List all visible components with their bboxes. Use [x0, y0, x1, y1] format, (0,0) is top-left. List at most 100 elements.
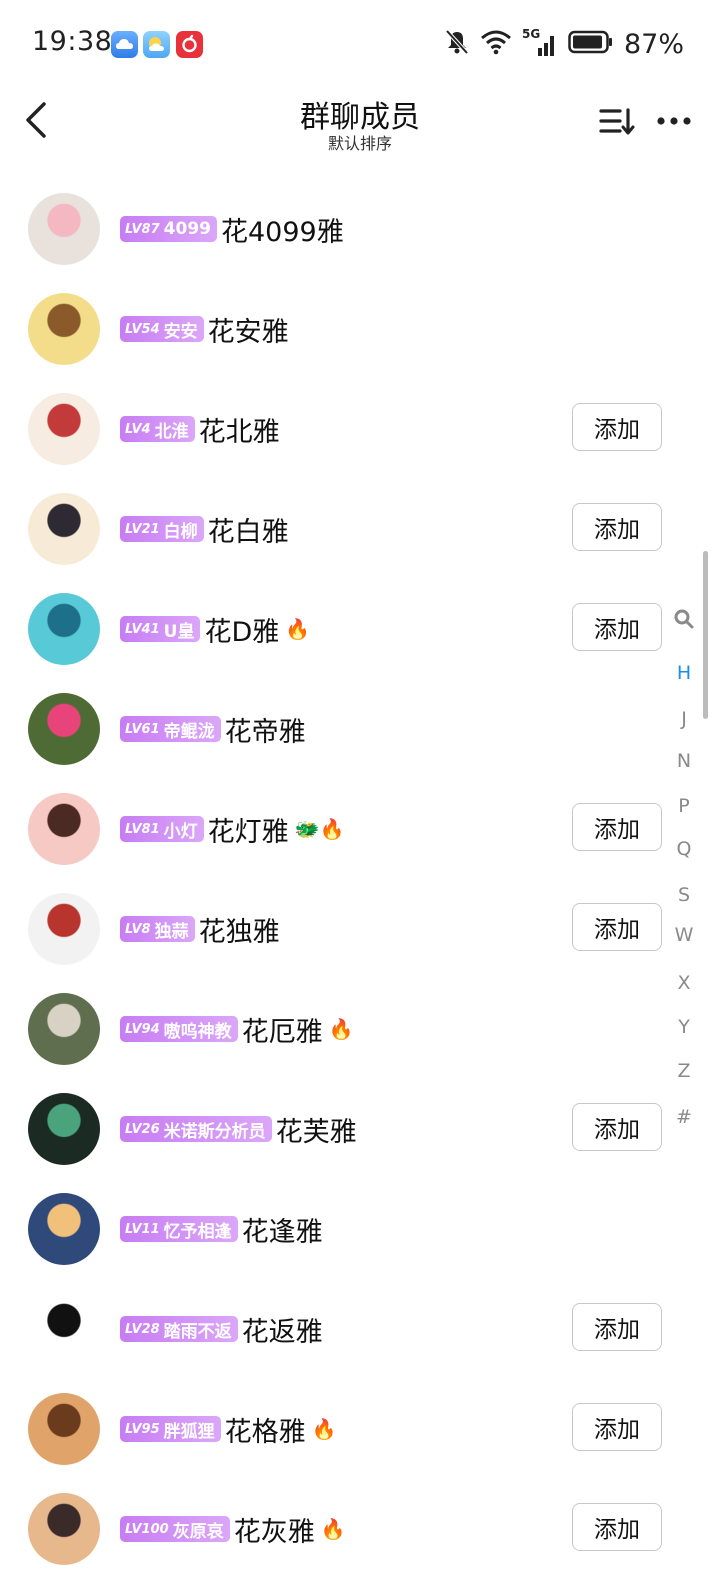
level-number: LV26 — [125, 1121, 160, 1137]
fire-emoji-icon: 🔥 — [328, 1017, 354, 1041]
member-nickname: 花D雅 — [204, 616, 280, 648]
member-row[interactable]: LV87 4099 花4099雅 — [0, 178, 720, 278]
add-friend-button[interactable]: 添加 — [572, 903, 662, 951]
member-row[interactable]: LV94 嗷呜神教 花厄雅 🔥 — [0, 978, 720, 1078]
level-number: LV8 — [125, 921, 151, 937]
level-number: LV61 — [125, 721, 160, 737]
member-name-line: LV54 安安 花安雅 — [120, 309, 289, 349]
add-friend-button[interactable]: 添加 — [572, 1403, 662, 1451]
member-nickname: 花安雅 — [207, 316, 289, 348]
index-letter[interactable]: Q — [664, 838, 704, 860]
sort-button[interactable] — [598, 104, 636, 138]
badge-title: 4099 — [163, 219, 211, 239]
member-avatar[interactable] — [28, 693, 100, 765]
index-letter[interactable]: X — [664, 972, 704, 994]
add-friend-button[interactable]: 添加 — [572, 1503, 662, 1551]
member-avatar[interactable] — [28, 393, 100, 465]
add-friend-button[interactable]: 添加 — [572, 803, 662, 851]
add-friend-button[interactable]: 添加 — [572, 403, 662, 451]
add-friend-button[interactable]: 添加 — [572, 1303, 662, 1351]
fire-emoji-icon: 🔥 — [285, 617, 311, 641]
member-row[interactable]: LV26 米诺斯分析员 花芙雅 添加 — [0, 1078, 720, 1178]
index-letter[interactable]: H — [664, 662, 704, 684]
member-row[interactable]: LV95 胖狐狸 花格雅 🔥 添加 — [0, 1378, 720, 1478]
index-letter[interactable]: N — [664, 750, 704, 772]
member-row[interactable]: LV11 忆予相逢 花逢雅 — [0, 1178, 720, 1278]
member-avatar[interactable] — [28, 1493, 100, 1565]
index-letter[interactable]: S — [664, 884, 704, 906]
status-icons: 5G 87% — [444, 26, 684, 62]
level-number: LV54 — [125, 321, 160, 337]
badge-title: 北淮 — [154, 421, 189, 442]
member-avatar[interactable] — [28, 1293, 100, 1365]
member-row[interactable]: LV81 小灯 花灯雅 🐲🔥 添加 — [0, 778, 720, 878]
member-nickname: 花返雅 — [241, 1316, 323, 1348]
member-name-line: LV94 嗷呜神教 花厄雅 🔥 — [120, 1009, 354, 1049]
member-row[interactable]: LV4 北淮 花北雅 添加 — [0, 378, 720, 478]
member-avatar[interactable] — [28, 1093, 100, 1165]
member-nickname: 花芙雅 — [275, 1116, 357, 1148]
member-avatar[interactable] — [28, 993, 100, 1065]
badge-title: 嗷呜神教 — [163, 1021, 232, 1042]
member-avatar[interactable] — [28, 893, 100, 965]
index-letter[interactable]: Y — [664, 1016, 704, 1038]
member-row[interactable]: LV28 踏雨不返 花返雅 添加 — [0, 1278, 720, 1378]
index-letter[interactable]: # — [664, 1106, 704, 1128]
member-nickname: 花4099雅 — [220, 216, 344, 248]
member-nickname: 花帝雅 — [224, 716, 306, 748]
member-name-line: LV28 踏雨不返 花返雅 — [120, 1309, 323, 1349]
scrollbar-thumb[interactable] — [703, 551, 708, 719]
index-letter[interactable]: P — [664, 795, 704, 817]
more-options-button[interactable] — [654, 104, 694, 138]
member-row[interactable]: LV61 帝鲲泷 花帝雅 — [0, 678, 720, 778]
member-name-line: LV11 忆予相逢 花逢雅 — [120, 1209, 323, 1249]
member-row[interactable]: LV54 安安 花安雅 — [0, 278, 720, 378]
member-avatar[interactable] — [28, 493, 100, 565]
music-app-icon — [176, 31, 203, 58]
level-badge: LV21 白柳 — [120, 516, 204, 542]
member-avatar[interactable] — [28, 193, 100, 265]
member-name-line: LV4 北淮 花北雅 — [120, 409, 280, 449]
member-avatar[interactable] — [28, 1393, 100, 1465]
battery-icon — [568, 30, 614, 58]
level-number: LV100 — [125, 1521, 169, 1537]
member-list: LV87 4099 花4099雅 LV54 安安 花安雅 LV4 北淮 花北雅 添加 LV21 白柳花… — [0, 178, 720, 1578]
status-time: 19:38 — [32, 26, 113, 57]
member-avatar[interactable] — [28, 793, 100, 865]
index-letter[interactable]: J — [664, 708, 704, 730]
member-name-line: LV8 独蒜 花独雅 — [120, 909, 280, 949]
member-row[interactable]: LV41 U皇 花D雅 🔥 添加 — [0, 578, 720, 678]
member-name-line: LV87 4099 花4099雅 — [120, 209, 344, 249]
member-name-line: LV41 U皇 花D雅 🔥 — [120, 609, 310, 649]
index-search-icon[interactable] — [664, 608, 704, 635]
header: 群聊成员 默认排序 — [0, 90, 720, 170]
index-letter[interactable]: W — [664, 924, 704, 946]
weather-app-icon — [143, 31, 170, 58]
add-friend-button[interactable]: 添加 — [572, 603, 662, 651]
fire-emoji-icon: 🔥 — [311, 1417, 337, 1441]
badge-title: 踏雨不返 — [163, 1321, 232, 1342]
member-avatar[interactable] — [28, 593, 100, 665]
index-letter[interactable]: Z — [664, 1060, 704, 1082]
add-friend-button[interactable]: 添加 — [572, 503, 662, 551]
member-row[interactable]: LV8 独蒜 花独雅 添加 — [0, 878, 720, 978]
member-avatar[interactable] — [28, 1193, 100, 1265]
level-number: LV95 — [125, 1421, 160, 1437]
add-friend-button[interactable]: 添加 — [572, 1103, 662, 1151]
level-badge: LV26 米诺斯分析员 — [120, 1116, 272, 1142]
member-name-line: LV26 米诺斯分析员 花芙雅 — [120, 1109, 357, 1149]
member-row[interactable]: LV21 白柳 花白雅 添加 — [0, 478, 720, 578]
member-name-line: LV81 小灯 花灯雅 🐲🔥 — [120, 809, 344, 849]
member-row[interactable]: LV100 灰原哀 花灰雅 🔥 添加 — [0, 1478, 720, 1578]
badge-title: 小灯 — [163, 821, 198, 842]
member-avatar[interactable] — [28, 293, 100, 365]
status-bar: 19:38 5G 87% — [0, 0, 720, 90]
member-nickname: 花逢雅 — [241, 1216, 323, 1248]
level-number: LV11 — [125, 1221, 160, 1237]
level-badge: LV94 嗷呜神教 — [120, 1016, 238, 1042]
cloud-app-icon — [111, 31, 138, 58]
more-dots-icon — [657, 117, 691, 125]
member-name-line: LV95 胖狐狸 花格雅 🔥 — [120, 1409, 337, 1449]
fire-emoji-icon: 🔥 — [320, 1517, 346, 1541]
level-number: LV87 — [125, 221, 160, 237]
